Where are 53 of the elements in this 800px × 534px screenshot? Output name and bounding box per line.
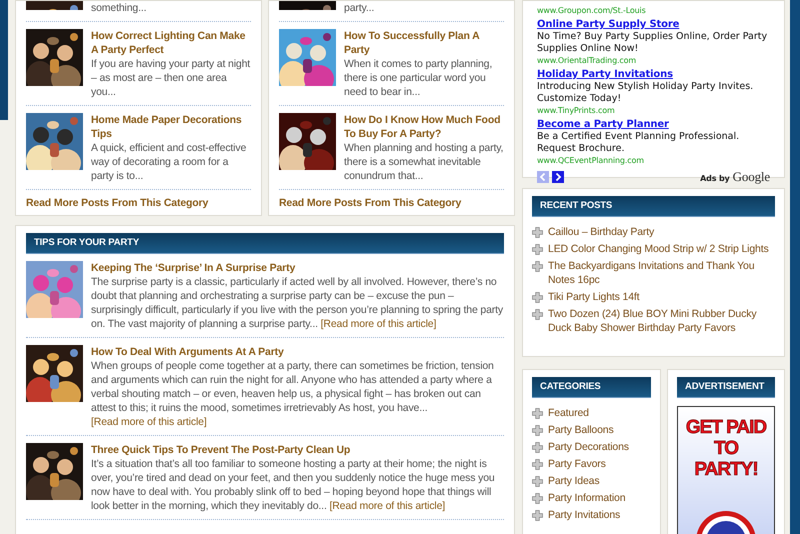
ad-url: www.TinyPrints.com <box>537 105 616 116</box>
ad-banner[interactable]: GET PAID TO PARTY! <box>677 406 775 534</box>
banner-text: PARTY! <box>694 459 758 480</box>
sidebar-link[interactable]: Tiki Party Lights 14ft <box>548 290 640 304</box>
section-header: RECENT POSTS <box>532 196 775 217</box>
banner-text: GET PAID <box>686 417 766 438</box>
post-title[interactable]: How Correct Lighting Can Make A Party Perfect <box>91 29 251 57</box>
ad-title-link[interactable]: Holiday Party Invitations <box>537 69 770 81</box>
post-title[interactable]: How Do I Know How Much Food To Buy For A Party? <box>344 113 504 141</box>
ad-text: Be a Certified Event Planning Professional. Request Brochure. <box>537 131 740 155</box>
sidebar-link[interactable]: The Backyardigans Invitations and Thank You Notes 16pc <box>548 259 775 287</box>
ad-url: www.Groupon.com/St.-Louis <box>537 5 647 16</box>
read-more-link[interactable]: [Read more of this article] <box>91 416 207 428</box>
section-header: TIPS FOR YOUR PARTY <box>26 233 504 254</box>
sidebar-link[interactable]: Caillou – Birthday Party <box>548 225 654 239</box>
google-logo: Google <box>732 169 770 185</box>
sidebar-link[interactable]: Party Decorations <box>548 440 629 454</box>
sidebar-link[interactable]: LED Color Changing Mood Strip w/ 2 Strip Lights <box>548 242 769 256</box>
sidebar-link[interactable]: Two Dozen (24) Blue BOY Mini Rubber Ducky Duck Baby Shower Birthday Party Favors <box>548 307 775 335</box>
post-excerpt: If you are having your party at night – as most are – then one area you... <box>91 57 251 99</box>
sidebar-link[interactable]: Party Invitations <box>548 508 620 522</box>
post-excerpt: A quick, efficient and cost-effective way of decorating a room for a party is to... <box>91 141 248 183</box>
post-excerpt: When it comes to party planning, there is one particular word you need to bear in... <box>344 57 494 99</box>
post-excerpt: something... <box>91 1 148 15</box>
post-excerpt: When groups of people come together at a party, there can sometimes be friction, tension and arguments which can ruin the night for all. Anyone who has attended a party where a verbal shouting match – or even, heaven help us, a physical fight – has broken out can attest to this; it ruins the mood, sometimes irretrievably As host, you have... [Read more of this article] <box>91 359 495 429</box>
post-title[interactable]: How To Deal With Arguments At A Party <box>91 345 504 359</box>
post-excerpt: The surprise party is a classic, particularly if acted well by all involved. However, there’s no doubt that planning and orchestrating a surprise party can be – excuse the pun – surprisingly difficult, particularly if you live with the person you’re planning to spring the party on. The vast majority of planning a surprise party... [Read more of this article] <box>91 275 504 331</box>
post-title[interactable]: How To Successfully Plan A Party <box>344 29 504 57</box>
sidebar-link[interactable]: Featured <box>548 406 589 420</box>
ad-url: www.OrientalTrading.com <box>537 55 638 66</box>
banner-text: TO <box>714 438 738 459</box>
post-title[interactable]: Keeping The ‘Surprise’ In A Surprise Party <box>91 261 504 275</box>
section-header: CATEGORIES <box>532 377 651 398</box>
read-more-link[interactable]: Read More Posts From This Category <box>279 190 504 215</box>
read-more-link[interactable]: [Read more of this article] <box>320 318 436 330</box>
post-title[interactable]: Three Quick Tips To Prevent The Post-Party Clean Up <box>91 443 504 457</box>
ad-title-link[interactable]: Online Party Supply Store <box>537 19 770 31</box>
sidebar-link[interactable]: Party Favors <box>548 457 606 471</box>
post-excerpt: It’s a situation that’s all too familiar to someone hosting a party at their home; the night is over, you’re tired and dead on your feet, and then you suddenly notice the huge mess you now have to deal with. You probably slink off to bed – hoping beyond hope that things will look better in the morning, which they inevitably do... [Read more of this article] <box>91 457 496 513</box>
sidebar-link[interactable]: Party Ideas <box>548 474 600 488</box>
post-excerpt: party... <box>344 1 376 15</box>
post-title[interactable]: Home Made Paper Decorations Tips <box>91 113 251 141</box>
section-header: ADVERTISEMENT <box>677 377 775 398</box>
read-more-link[interactable]: [Read more of this article] <box>329 500 446 512</box>
post-excerpt: When planning and hosting a party, there is a somewhat inevitable conundrum that... <box>344 141 504 183</box>
ad-title-link[interactable]: Become a Party Planner <box>537 119 770 131</box>
ad-url: www.QCEventPlanning.com <box>537 155 645 166</box>
sidebar-link[interactable]: Party Information <box>548 491 626 505</box>
sidebar-link[interactable]: Party Balloons <box>548 423 614 437</box>
ad-text: No Time? Buy Party Supplies Online, Order Party Supplies Online Now! <box>537 31 768 55</box>
read-more-link[interactable]: Read More Posts From This Category <box>26 190 251 215</box>
ad-text: Introducing New Stylish Holiday Party Invites. Customize Today! <box>537 81 754 105</box>
ads-by-label: Ads by <box>700 174 730 183</box>
